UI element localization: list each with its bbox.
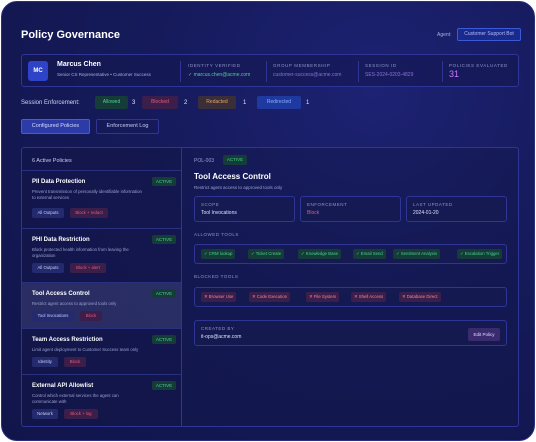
action-chip: Block + log [64,409,98,419]
redirected-pill: Redirected [257,96,301,109]
action-chip: Block [64,357,86,367]
allowed-count: 3 [132,100,136,106]
policies-evaluated-label: POLICIES EVALUATED [449,63,508,68]
status-badge: ACTIVE [152,289,176,298]
policy-id: POL-003 [194,158,215,164]
edit-policy-button[interactable]: Edit Policy [468,328,500,341]
status-badge: ACTIVE [223,155,247,165]
blocked-pill: Blocked [142,96,178,109]
group-value: customer-success@acme.com [273,72,342,78]
allowed-tools: ✓ CRM lookup ✓ Ticket Create ✓ Knowledge… [194,244,507,264]
user-name: Marcus Chen [57,61,101,68]
enforcement-label: ENFORCEMENT [307,202,348,207]
policy-description: Restrict agent access to approved tools … [194,185,283,190]
policy-title: Tool Access Control [194,172,271,181]
page-title: Policy Governance [21,29,121,41]
policy-name: External API Allowlist [32,383,94,389]
policy-desc: Control which external services the agen… [32,393,119,404]
agent-select[interactable]: Customer Support Bot [457,28,521,41]
divider [442,61,443,82]
identity-value: ✓ marcus.chen@acme.com [188,72,251,78]
allowed-tool-chip: ✓ CRM lookup [201,249,236,259]
blocked-count: 2 [184,100,188,106]
scope-chip: All Outputs [32,263,64,273]
policy-name: PHI Data Restriction [32,237,90,243]
policy-desc: Restrict agent access to approved tools … [32,301,117,306]
session-enforcement-label: Session Enforcement: [21,100,80,106]
user-card: MC Marcus Chen Senior CS Representative … [21,54,519,87]
last-updated-box: LAST UPDATED 2024-01-20 [406,196,507,222]
enforcement-box: ENFORCEMENT Block [300,196,401,222]
redirected-count: 1 [306,100,310,106]
policy-item[interactable]: PII Data Protection Prevent transmission… [22,170,181,228]
blocked-tool-chip: ✕ Browser Use [201,292,237,302]
policy-item[interactable]: PHI Data Restriction Block protected hea… [22,228,181,282]
created-by-value: it-ops@acme.com [201,334,242,340]
allowed-tool-chip: ✓ Ticket Create [248,249,285,259]
policy-item[interactable]: External API Allowlist Control which ext… [22,374,181,426]
blocked-tools-label: BLOCKED TOOLS [194,274,239,279]
policy-name: Team Access Restriction [32,337,103,343]
enforcement-value: Block [307,210,320,216]
scope-value: Tool Invocations [201,210,237,216]
identity-label: IDENTITY VERIFIED [188,63,241,68]
divider [358,61,359,82]
status-badge: ACTIVE [152,381,176,390]
policies-evaluated-count: 31 [449,69,460,79]
blocked-tool-chip: ✕ Code Execution [249,292,291,302]
tab-configured-policies[interactable]: Configured Policies [21,119,90,134]
allowed-tool-chip: ✓ Email Send [353,249,386,259]
blocked-tool-chip: ✕ Shell Access [351,292,387,302]
scope-chip: Network [32,409,58,419]
policy-item[interactable]: Team Access Restriction Limit agent depl… [22,328,181,374]
divider [266,61,267,82]
allowed-tool-chip: ✓ Knowledge Base [298,249,342,259]
tab-enforcement-log[interactable]: Enforcement Log [96,119,159,134]
scope-label: SCOPE [201,202,220,207]
policy-name: PII Data Protection [32,179,86,185]
redacted-pill: Redacted [198,96,236,109]
agent-label: Agent: [437,32,452,38]
policy-name: Tool Access Control [32,291,90,297]
scope-chip: Tool Invocations [32,311,74,321]
status-badge: ACTIVE [152,335,176,344]
policy-desc: Prevent transmission of personally ident… [32,189,142,200]
policy-desc: Block protected health information from … [32,247,129,258]
action-chip: Block [80,311,102,321]
allowed-pill: Allowed [95,96,128,109]
action-chip: Block + alert [70,263,106,273]
last-updated-value: 2024-01-20 [413,210,439,216]
policy-list-header: 6 Active Policies [32,158,72,164]
last-updated-label: LAST UPDATED [413,202,453,207]
avatar: MC [28,61,48,81]
allowed-tool-chip: ✓ Escalation Trigger [457,249,503,259]
scope-chip: All Outputs [32,208,64,218]
policy-detail: POL-003 ACTIVE Tool Access Control Restr… [181,147,519,427]
blocked-tool-chip: ✕ Database Direct [399,292,441,302]
created-by-label: CREATED BY [201,326,235,331]
status-badge: ACTIVE [152,235,176,244]
policy-desc: Limit agent deployment to Customer Succe… [32,347,139,352]
allowed-tools-label: ALLOWED TOOLS [194,232,239,237]
blocked-tool-chip: ✕ File System [306,292,340,302]
scope-chip: Identity [32,357,58,367]
policy-item-selected[interactable]: Tool Access Control Restrict agent acces… [22,282,181,328]
app-frame: Policy Governance Agent: Customer Suppor… [1,1,535,441]
session-value: SES-2024-0203-4829 [365,72,414,78]
user-role: Senior CS Representative • Customer Succ… [57,72,151,77]
created-by-box: CREATED BY it-ops@acme.com Edit Policy [194,320,507,346]
policy-list: 6 Active Policies PII Data Protection Pr… [21,147,181,427]
scope-box: SCOPE Tool Invocations [194,196,295,222]
divider [180,61,181,82]
allowed-tool-chip: ✓ Sentiment Analysis [393,249,441,259]
blocked-tools: ✕ Browser Use ✕ Code Execution ✕ File Sy… [194,287,507,307]
session-label: SESSION ID [365,63,397,68]
status-badge: ACTIVE [152,177,176,186]
action-chip: Block + redact [70,208,108,218]
group-label: GROUP MEMBERSHIP [273,63,331,68]
redacted-count: 1 [243,100,247,106]
